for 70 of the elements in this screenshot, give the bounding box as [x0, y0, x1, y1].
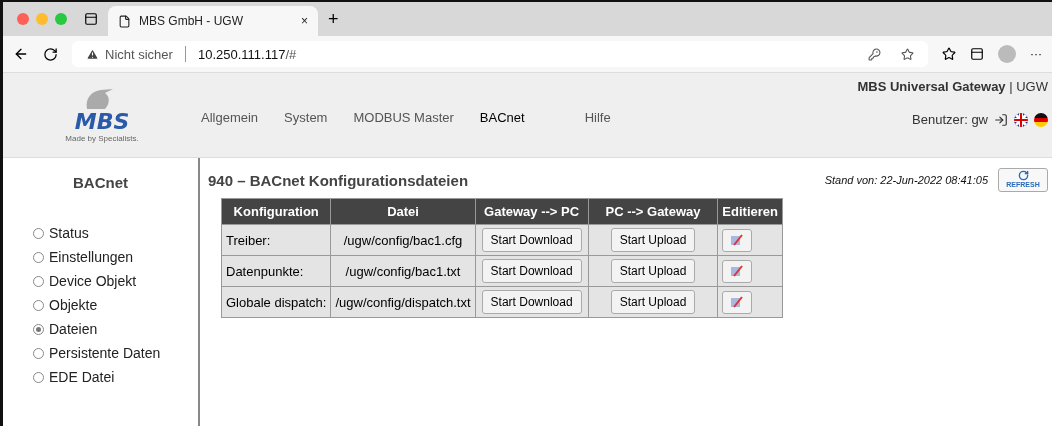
sidebar-item[interactable]: Status	[3, 221, 198, 245]
upload-button[interactable]: Start Upload	[610, 259, 696, 283]
table-cell: /ugw/config/dispatch.txt	[330, 286, 476, 318]
logout-icon[interactable]	[994, 112, 1008, 127]
column-header: Datei	[330, 198, 476, 225]
warning-icon	[86, 47, 99, 61]
column-header: PC --> Gateway	[588, 198, 718, 225]
timestamp: Stand von: 22-Jun-2022 08:41:05	[824, 174, 988, 186]
sidebar-item[interactable]: Dateien	[3, 317, 198, 341]
more-button[interactable]: ···	[1030, 47, 1042, 61]
logo-tagline: Made by Specialists.	[65, 134, 139, 143]
collections-icon[interactable]	[970, 47, 984, 61]
table-cell: Datenpunkte:	[221, 255, 331, 287]
browser-tab[interactable]: MBS GmbH - UGW ×	[108, 6, 318, 36]
edit-pencil-icon	[730, 233, 745, 247]
german-flag-icon[interactable]	[1034, 112, 1048, 127]
nav-link[interactable]: MODBUS Master	[353, 109, 454, 125]
reload-icon[interactable]	[43, 46, 58, 62]
radio-button[interactable]	[33, 251, 44, 263]
download-button[interactable]: Start Download	[481, 259, 582, 283]
edit-button[interactable]	[722, 290, 753, 314]
sidebar-item[interactable]: Device Objekt	[3, 269, 198, 293]
page-icon	[118, 14, 131, 28]
favorite-icon[interactable]	[901, 47, 914, 61]
upload-button[interactable]: Start Upload	[610, 228, 696, 252]
edit-pencil-icon	[730, 264, 745, 278]
sidebar-item[interactable]: EDE Datei	[3, 365, 198, 389]
favorites-icon[interactable]	[942, 47, 956, 61]
upload-button[interactable]: Start Upload	[610, 290, 696, 314]
product-title: MBS Universal Gateway | UGW	[857, 79, 1048, 94]
table-cell: Treiber:	[221, 224, 331, 256]
table-cell: Globale dispatch:	[221, 286, 331, 318]
close-window-icon[interactable]	[17, 13, 29, 25]
sidebar-title: BACnet	[72, 174, 129, 191]
sidebar-item[interactable]: Persistente Daten	[3, 341, 198, 365]
column-header: Gateway --> PC	[475, 198, 589, 225]
radio-button[interactable]	[33, 275, 44, 287]
table-cell: /ugw/config/bac1.txt	[330, 255, 476, 287]
download-button[interactable]: Start Download	[481, 228, 582, 252]
uk-flag-icon[interactable]	[1014, 112, 1028, 127]
key-icon[interactable]	[868, 47, 881, 61]
refresh-icon	[1017, 170, 1029, 181]
new-tab-button[interactable]: +	[328, 8, 339, 30]
edit-button[interactable]	[722, 259, 753, 283]
page-title: 940 – BACnet Konfigurationsdateien	[208, 171, 470, 189]
column-header: Editieren	[717, 198, 783, 225]
address-bar[interactable]: Nicht sicher 10.250.111.117/#	[72, 41, 928, 67]
security-label: Nicht sicher	[105, 46, 173, 62]
edit-button[interactable]	[722, 228, 753, 252]
table-cell: /ugw/config/bac1.cfg	[330, 224, 476, 256]
sidebar-item[interactable]: Einstellungen	[3, 245, 198, 269]
user-label: Benutzer: gw	[912, 112, 988, 127]
logo-text: MBS	[74, 109, 130, 134]
radio-button[interactable]	[33, 371, 44, 383]
tab-actions-icon[interactable]	[84, 12, 98, 26]
download-button[interactable]: Start Download	[481, 290, 582, 314]
sidebar-item[interactable]: Objekte	[3, 293, 198, 317]
radio-button[interactable]	[33, 227, 44, 239]
radio-button[interactable]	[33, 323, 44, 335]
nav-link[interactable]: BACnet	[479, 109, 525, 125]
nav-link[interactable]: System	[284, 109, 328, 125]
nav-link[interactable]: Allgemein	[201, 109, 259, 125]
back-icon[interactable]	[13, 46, 29, 62]
edit-pencil-icon	[730, 295, 745, 309]
tab-close[interactable]: ×	[301, 14, 308, 28]
radio-button[interactable]	[33, 347, 44, 359]
radio-button[interactable]	[33, 299, 44, 311]
column-header: Konfiguration	[221, 198, 331, 225]
nav-link[interactable]: Hilfe	[584, 109, 611, 125]
url-text: 10.250.111.117/#	[197, 46, 297, 62]
